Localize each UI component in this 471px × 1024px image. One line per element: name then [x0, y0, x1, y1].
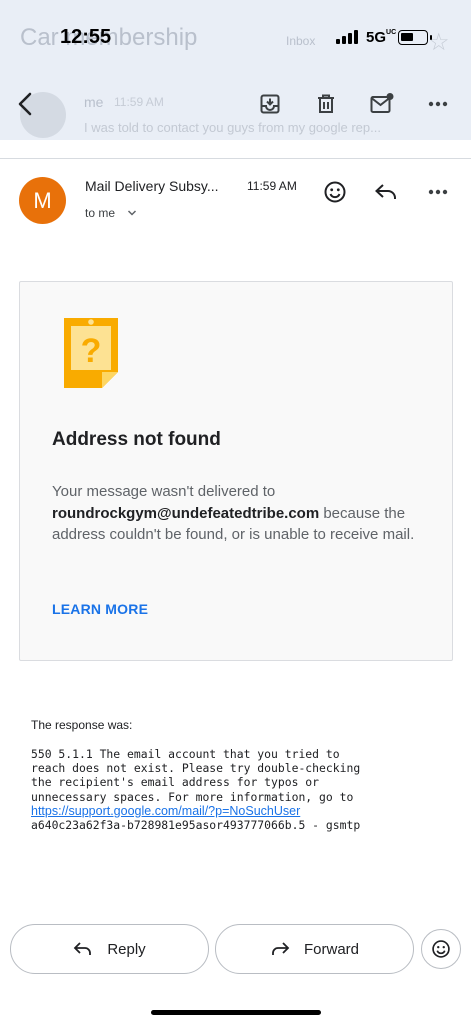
message-more-button[interactable]	[424, 178, 452, 206]
support-link[interactable]: https://support.google.com/mail/?p=NoSuc…	[31, 804, 300, 818]
battery-icon	[398, 30, 432, 45]
mark-unread-icon	[370, 93, 394, 113]
reply-icon-button[interactable]	[372, 178, 400, 206]
home-indicator[interactable]	[151, 1010, 321, 1015]
network-suffix: UC	[386, 29, 397, 36]
background-snippet: I was told to contact you guys from my g…	[84, 120, 381, 135]
recipient-label: to me	[85, 206, 116, 220]
reply-icon	[74, 942, 92, 955]
network-indicator: 5GUC	[366, 29, 396, 46]
chevron-down-icon	[127, 210, 137, 216]
more-options-button[interactable]	[424, 90, 452, 118]
message-time: 11:59 AM	[247, 179, 297, 193]
add-reaction-button[interactable]	[321, 178, 349, 206]
mark-unread-button[interactable]	[368, 90, 396, 118]
trash-icon	[318, 94, 334, 113]
sender-name[interactable]: Mail Delivery Subsy...	[85, 178, 219, 194]
forward-label: Forward	[303, 940, 359, 958]
response-label: The response was:	[31, 718, 133, 732]
forward-button[interactable]: Forward	[215, 924, 414, 974]
learn-more-link[interactable]: LEARN MORE	[52, 601, 148, 617]
background-inbox-label: Inbox	[286, 34, 316, 48]
sender-avatar[interactable]: M	[19, 177, 66, 224]
response-line: the recipient's email address for typos …	[31, 775, 320, 790]
signal-icon	[336, 30, 358, 44]
card-title: Address not found	[52, 429, 221, 450]
background-sender: me	[84, 94, 104, 110]
emoji-icon	[432, 940, 450, 958]
response-body: 550 5.1.1 The email account that you tri…	[31, 747, 451, 832]
warning-note-icon: ?	[62, 316, 122, 395]
recipient-address: roundrockgym@undefeatedtribe.com	[52, 504, 320, 522]
header-divider	[0, 158, 471, 159]
response-trailer: a640c23a62f3a-b728981e95asor493777066b.5…	[31, 818, 361, 833]
delivery-failure-card: ? Address not found Your message wasn't …	[19, 281, 453, 661]
card-message: Your message wasn't delivered to roundro…	[52, 481, 432, 546]
reply-label: Reply	[107, 940, 146, 958]
svg-text:?: ?	[81, 332, 102, 370]
react-button[interactable]	[421, 929, 461, 969]
background-time: 11:59 AM	[114, 95, 164, 109]
reply-button[interactable]: Reply	[10, 924, 209, 974]
network-label: 5G	[366, 29, 387, 46]
top-overlay: Car membership Inbox ☆ me 11:59 AM I was…	[0, 0, 471, 140]
forward-icon	[272, 942, 290, 955]
card-message-prefix: Your message wasn't delivered to	[52, 483, 276, 500]
response-line: 550 5.1.1 The email account that you tri…	[31, 747, 340, 761]
background-star-icon: ☆	[428, 29, 450, 56]
emoji-icon	[324, 181, 346, 203]
reply-icon	[375, 184, 396, 199]
delete-button[interactable]	[312, 90, 340, 118]
status-time: 12:55	[60, 26, 112, 48]
response-line: reach does not exist. Please try double-…	[31, 761, 361, 776]
back-button[interactable]	[12, 90, 40, 118]
more-vert-icon	[428, 189, 448, 195]
response-line: unnecessary spaces. For more information…	[31, 789, 354, 804]
more-vert-icon	[428, 101, 448, 107]
recipient-details-toggle[interactable]: to me	[85, 206, 137, 220]
move-to-inbox-icon	[260, 94, 280, 114]
archive-button[interactable]	[256, 90, 284, 118]
arrow-left-icon	[18, 92, 32, 116]
